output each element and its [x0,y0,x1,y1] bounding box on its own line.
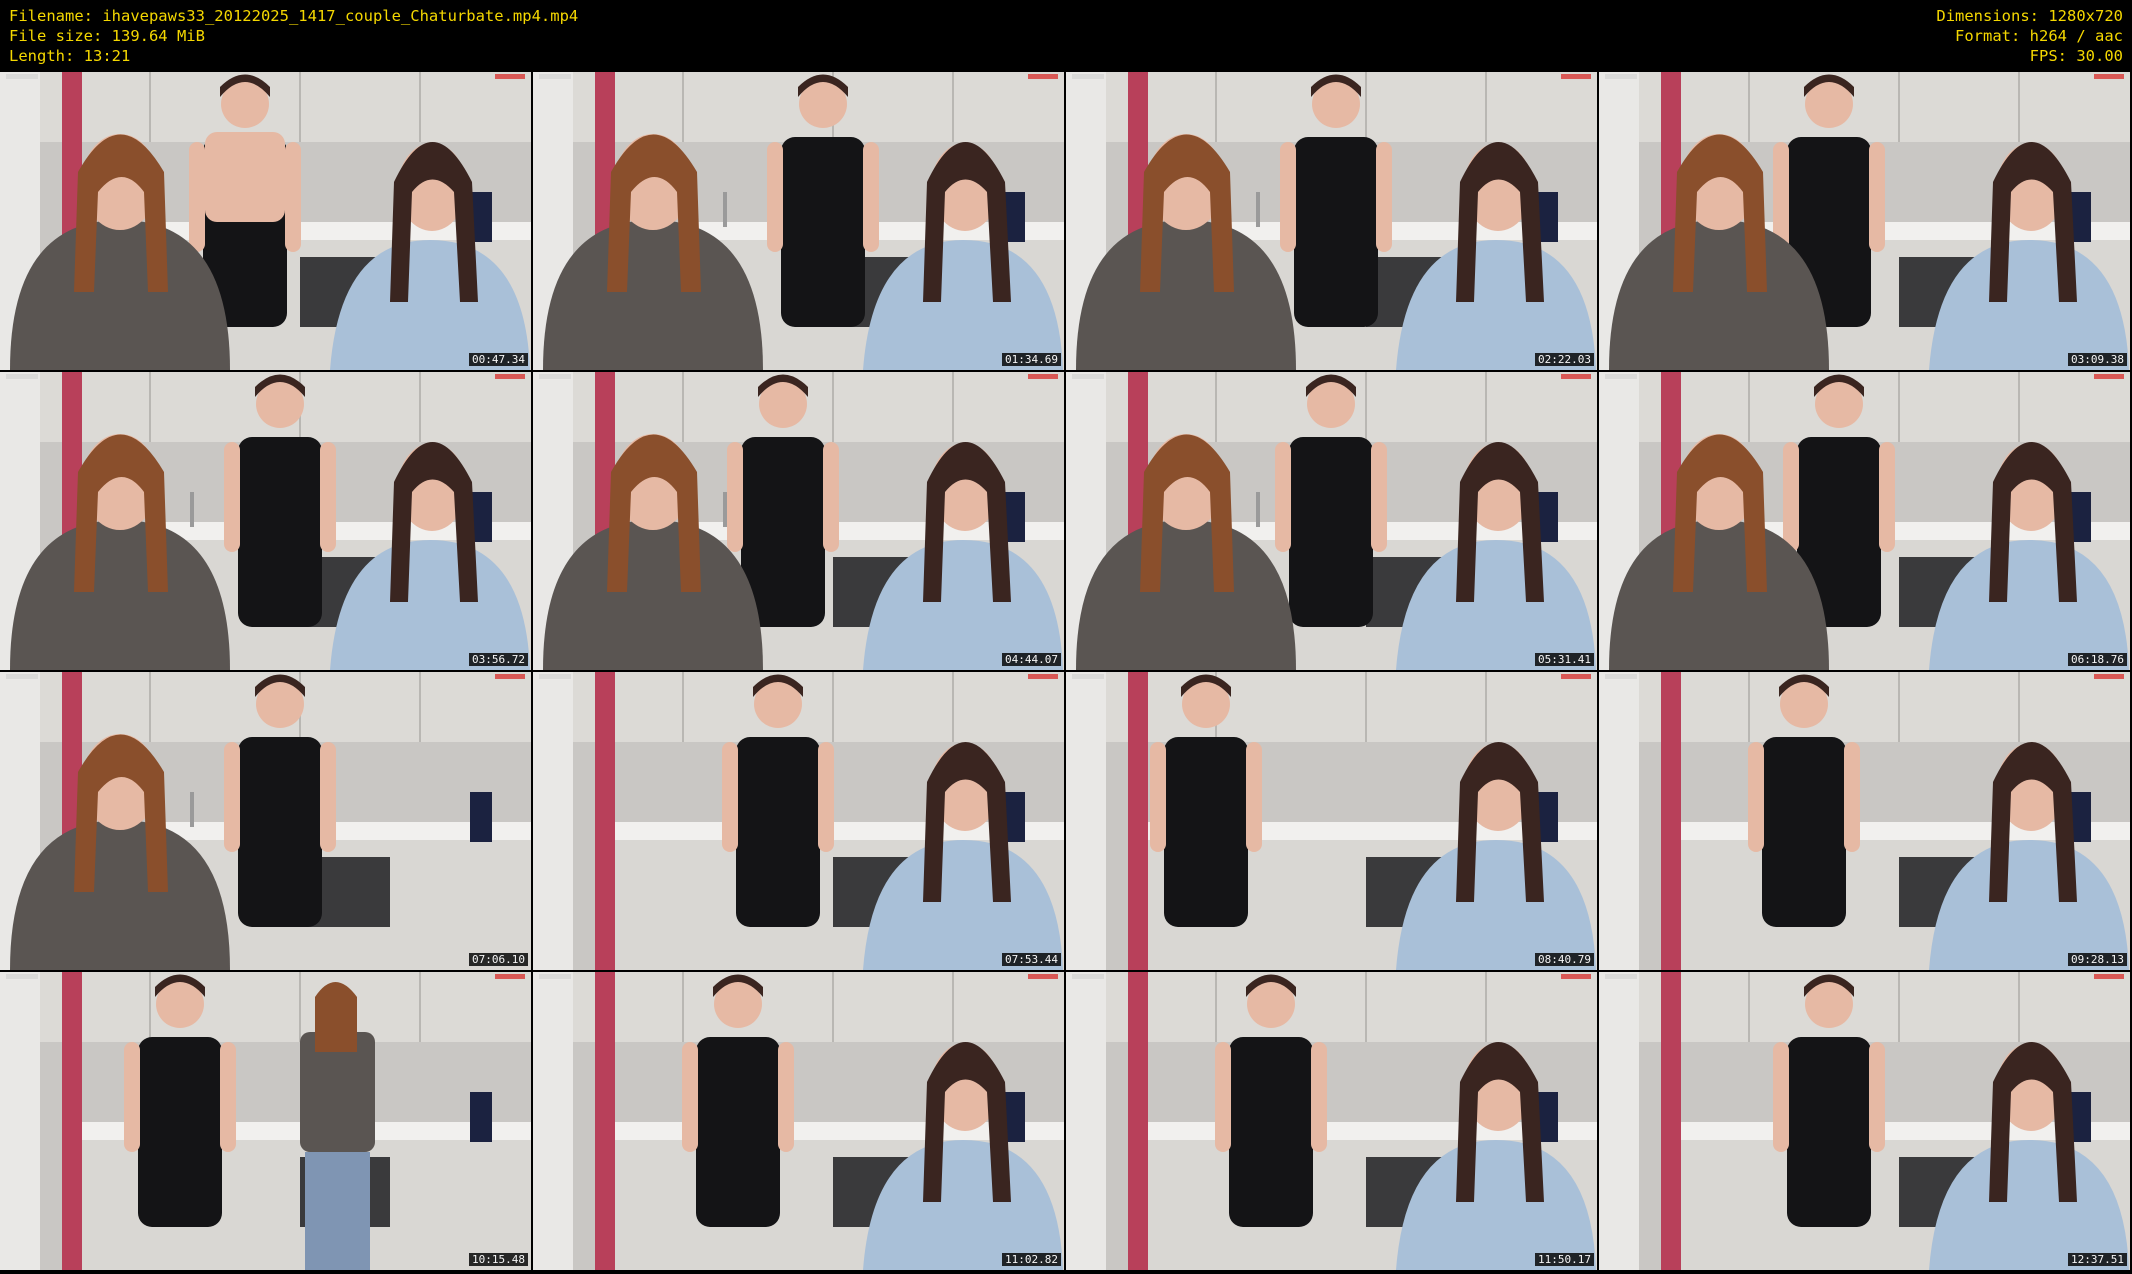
frame-image [1599,72,2130,370]
watermark-right [1561,674,1591,679]
watermark-right [2094,674,2124,679]
frame-timestamp: 07:06.10 [469,953,528,966]
file-info-right: Dimensions: 1280x720 Format: h264 / aac FP… [1936,6,2123,66]
watermark-left [539,374,571,379]
watermark-right [1561,374,1591,379]
frame-timestamp: 11:50.17 [1535,1253,1594,1266]
watermark-left [1605,974,1637,979]
watermark-left [6,974,38,979]
watermark-left [539,74,571,79]
video-thumbnail: 03:09.38 [1599,72,2130,370]
watermark-right [2094,374,2124,379]
watermark-right [1028,374,1058,379]
frame-image [1066,672,1597,970]
frame-timestamp: 03:09.38 [2068,353,2127,366]
frame-image [0,672,531,970]
dimensions-text: Dimensions: 1280x720 [1936,7,2123,25]
frame-timestamp: 08:40.79 [1535,953,1594,966]
frame-image [1599,372,2130,670]
watermark-right [2094,974,2124,979]
video-thumbnail: 08:40.79 [1066,672,1597,970]
watermark-left [539,974,571,979]
watermark-right [1561,974,1591,979]
video-thumbnail: 11:50.17 [1066,972,1597,1270]
watermark-left [1605,374,1637,379]
frame-timestamp: 04:44.07 [1002,653,1061,666]
frame-timestamp: 09:28.13 [2068,953,2127,966]
format-text: Format: h264 / aac [1955,27,2123,45]
frame-image [1066,72,1597,370]
video-thumbnail: 07:53.44 [533,672,1064,970]
watermark-left [1605,674,1637,679]
watermark-left [1072,674,1104,679]
frame-timestamp: 10:15.48 [469,1253,528,1266]
watermark-right [2094,74,2124,79]
video-thumbnail: 11:02.82 [533,972,1064,1270]
frame-timestamp: 00:47.34 [469,353,528,366]
frame-timestamp: 02:22.03 [1535,353,1594,366]
watermark-right [1028,74,1058,79]
watermark-left [1072,74,1104,79]
frame-image [533,372,1064,670]
video-thumbnail: 05:31.41 [1066,372,1597,670]
watermark-left [6,674,38,679]
file-info-left: Filename: ihavepaws33_20122025_1417_coup… [9,6,578,66]
video-thumbnail: 03:56.72 [0,372,531,670]
video-thumbnail: 09:28.13 [1599,672,2130,970]
frame-image [1066,972,1597,1270]
frame-image [0,372,531,670]
video-thumbnail: 10:15.48 [0,972,531,1270]
frame-image [1599,972,2130,1270]
fps-text: FPS: 30.00 [2029,47,2123,65]
frame-image [0,972,531,1270]
watermark-right [495,974,525,979]
watermark-right [495,74,525,79]
watermark-right [495,374,525,379]
info-header: Filename: ihavepaws33_20122025_1417_coup… [0,0,2132,72]
watermark-right [1028,974,1058,979]
watermark-left [1072,374,1104,379]
frame-image [533,672,1064,970]
frame-timestamp: 03:56.72 [469,653,528,666]
frame-image [533,972,1064,1270]
frame-timestamp: 01:34.69 [1002,353,1061,366]
watermark-right [495,674,525,679]
video-thumbnail: 02:22.03 [1066,72,1597,370]
video-thumbnail: 07:06.10 [0,672,531,970]
watermark-left [1605,74,1637,79]
video-thumbnail: 01:34.69 [533,72,1064,370]
frame-image [0,72,531,370]
frame-image [1066,372,1597,670]
frame-timestamp: 12:37.51 [2068,1253,2127,1266]
video-thumbnail: 12:37.51 [1599,972,2130,1270]
frame-image [533,72,1064,370]
frame-timestamp: 06:18.76 [2068,653,2127,666]
filename-text: Filename: ihavepaws33_20122025_1417_coup… [9,7,579,25]
video-thumbnail: 00:47.34 [0,72,531,370]
watermark-right [1561,74,1591,79]
frame-timestamp: 05:31.41 [1535,653,1594,666]
watermark-right [1028,674,1058,679]
filesize-text: File size: 139.64 MiB [9,27,205,45]
thumbnail-grid: 00:47.34 01:34.69 02:22.03 03:09.38 03:5… [0,72,2132,1274]
watermark-left [6,74,38,79]
frame-image [1599,672,2130,970]
video-thumbnail: 06:18.76 [1599,372,2130,670]
watermark-left [6,374,38,379]
frame-timestamp: 07:53.44 [1002,953,1061,966]
length-text: Length: 13:21 [9,47,131,65]
watermark-left [539,674,571,679]
watermark-left [1072,974,1104,979]
video-thumbnail: 04:44.07 [533,372,1064,670]
frame-timestamp: 11:02.82 [1002,1253,1061,1266]
